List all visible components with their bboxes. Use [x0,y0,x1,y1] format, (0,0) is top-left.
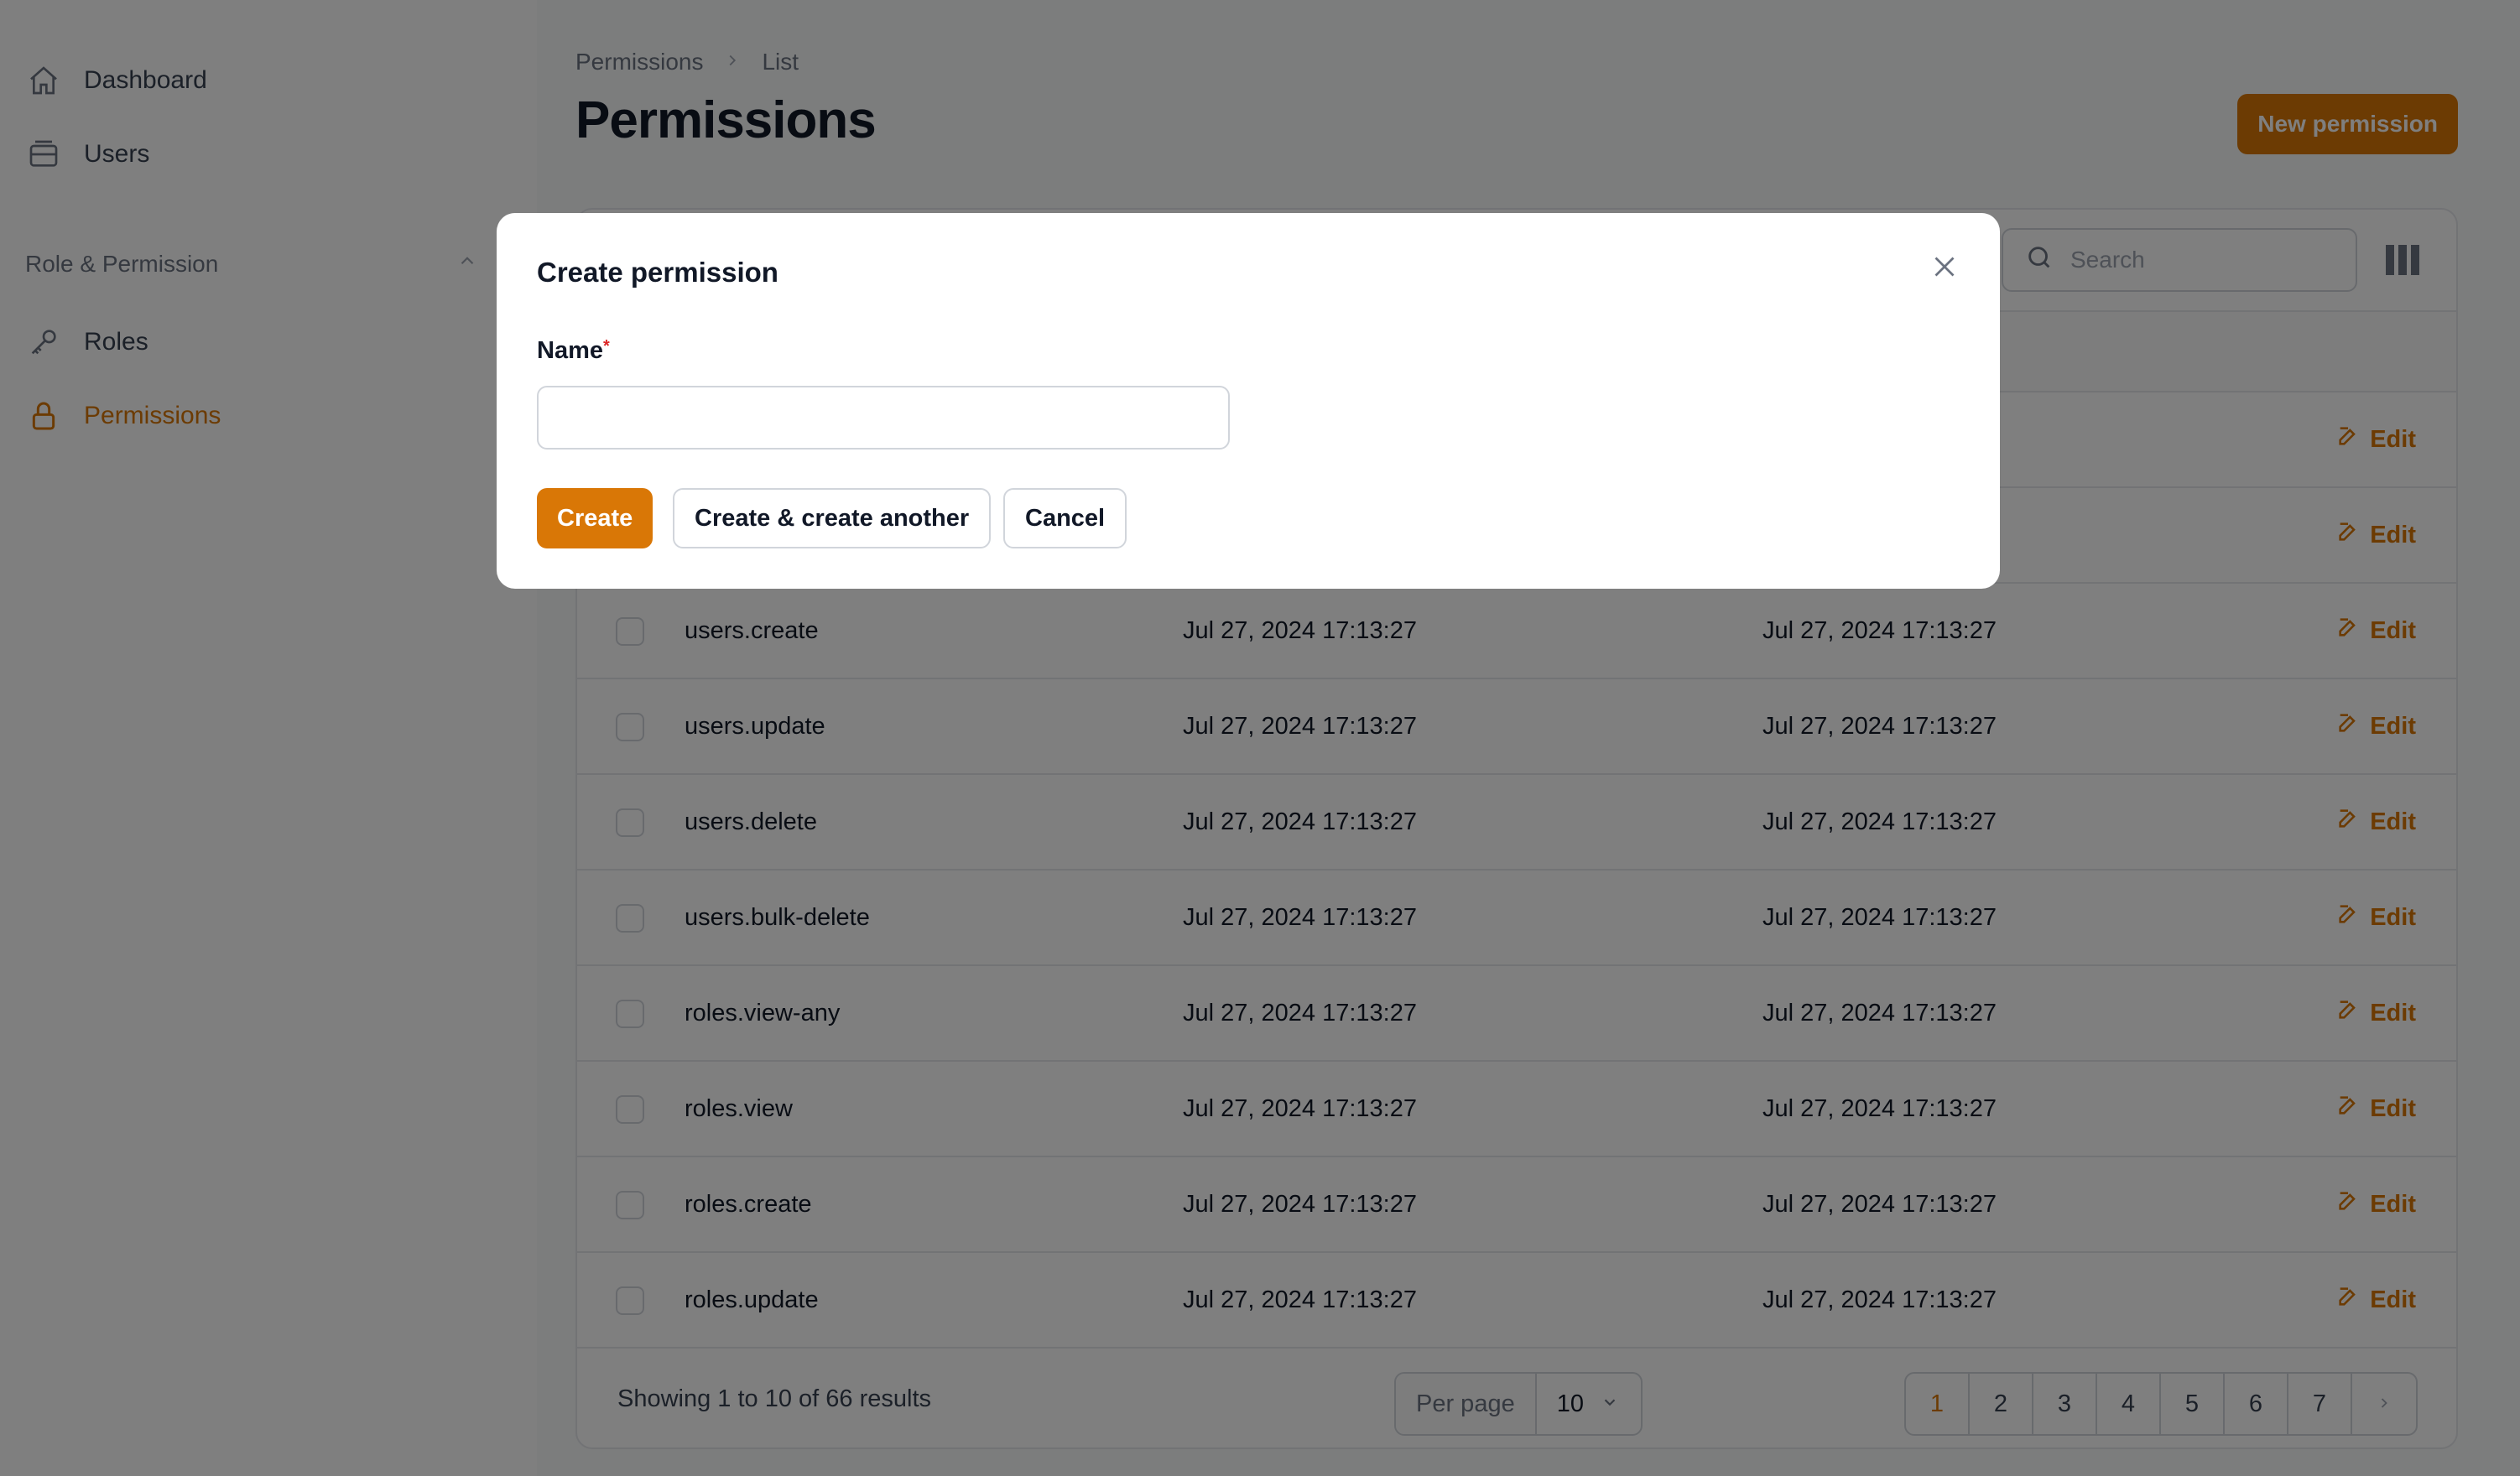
create-permission-modal: Create permission Name* Create Create & … [497,213,2000,589]
name-field[interactable] [537,386,1230,450]
close-icon[interactable] [1924,247,1965,287]
cancel-button[interactable]: Cancel [1003,488,1127,548]
name-label-text: Name [537,337,603,364]
create-button[interactable]: Create [537,488,653,548]
create-another-button[interactable]: Create & create another [673,488,992,548]
modal-title: Create permission [537,257,778,288]
name-field-label: Name* [537,337,610,365]
required-mark: * [603,337,610,356]
